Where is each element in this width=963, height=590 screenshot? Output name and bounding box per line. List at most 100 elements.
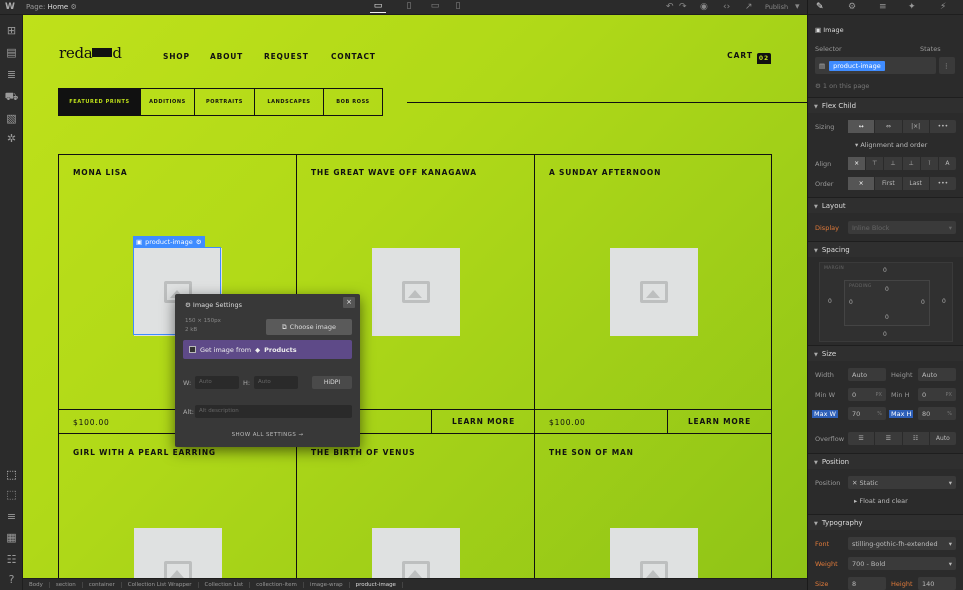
width-field[interactable]: Auto [848, 368, 886, 381]
min-height-unit[interactable]: PX [946, 392, 952, 398]
selector-chip[interactable]: product-image [829, 60, 885, 71]
lightning-icon[interactable]: ⚡ [940, 2, 946, 12]
breadcrumb-item[interactable]: section [50, 581, 83, 588]
tab-landscapes[interactable]: LANDSCAPES [255, 89, 324, 115]
audit-icon[interactable]: ☷ [4, 552, 19, 567]
font-size-field[interactable]: 8 [848, 577, 886, 590]
breadcrumb-item[interactable]: Body [23, 581, 50, 588]
product-image[interactable] [610, 248, 698, 336]
overflow-hidden-icon[interactable]: ☰ [875, 432, 903, 445]
product-image[interactable] [134, 528, 222, 578]
position-select[interactable]: ✕ Static ▾ [848, 476, 956, 489]
selector-field[interactable]: ▤ product-image [815, 57, 936, 74]
settings-icon[interactable]: ✲ [4, 131, 19, 146]
publish-icon[interactable]: ↗ [745, 2, 753, 12]
breadcrumb-item[interactable]: image-wrap [304, 581, 350, 588]
padding-box[interactable]: PADDING 0 0 0 0 [844, 280, 930, 326]
margin-bottom-value[interactable]: 0 [883, 331, 887, 338]
nav-link-about[interactable]: ABOUT [210, 52, 243, 61]
no-shrink-icon[interactable]: |×| [903, 120, 930, 133]
gear-icon[interactable]: ⚙ [196, 238, 202, 246]
font-select[interactable]: stilling-gothic-fh-extended ▾ [848, 537, 956, 550]
desktop-viewport-icon[interactable]: ▭ [370, 1, 386, 13]
cart-link[interactable]: CART 02 [727, 51, 771, 64]
learn-more-button[interactable]: LEARN MORE [431, 410, 535, 433]
product-card[interactable]: THE BIRTH OF VENUS [297, 435, 535, 578]
align-end-icon[interactable]: ⊥ [903, 157, 921, 170]
align-stretch-icon[interactable]: ⊺ [921, 157, 939, 170]
overflow-visible-icon[interactable]: ☰ [848, 432, 876, 445]
close-icon[interactable]: × [343, 297, 355, 308]
spacing-section[interactable]: ▼ Spacing [808, 241, 963, 257]
breadcrumb-item[interactable]: Collection List Wrapper [122, 581, 199, 588]
mobile-landscape-icon[interactable]: ▭ [427, 1, 443, 13]
hidpi-toggle[interactable]: HiDPI [312, 376, 352, 389]
breadcrumb-item[interactable]: Collection List [199, 581, 251, 588]
breadcrumb-item[interactable]: container [83, 581, 122, 588]
height-field[interactable]: Auto [918, 368, 956, 381]
min-height-field[interactable]: 0 PX [918, 388, 956, 401]
chevron-down-icon[interactable]: ▾ [795, 2, 800, 12]
max-height-field[interactable]: 80% [918, 407, 956, 420]
style-manager-icon[interactable]: ≡ [4, 509, 19, 524]
order-none-icon[interactable]: × [848, 177, 876, 190]
cms-icon[interactable]: ≣ [4, 67, 19, 82]
interactions-icon[interactable]: ✦ [908, 2, 916, 12]
nav-link-request[interactable]: REQUEST [264, 52, 309, 61]
selector-menu-icon[interactable]: ⋮ [939, 57, 955, 74]
shrink-icon[interactable]: ↔ [848, 120, 876, 133]
padding-left-value[interactable]: 0 [849, 299, 853, 306]
tab-bob-ross[interactable]: BOB ROSS [324, 89, 382, 115]
selected-element-tag[interactable]: ▣ product-image ⚙ [133, 236, 205, 247]
breadcrumb-item[interactable]: collection-item [250, 581, 304, 588]
get-image-from-toggle[interactable]: Get image from ◆ Products [183, 340, 352, 359]
product-card[interactable]: A SUNDAY AFTERNOON $100.00 LEARN MORE [535, 155, 771, 435]
webflow-logo[interactable]: W [5, 2, 15, 12]
pages-icon[interactable]: ▤ [4, 45, 19, 60]
alignment-order-toggle[interactable]: ▾ Alignment and order [855, 141, 927, 149]
size-section[interactable]: ▼ Size [808, 345, 963, 361]
choose-image-button[interactable]: ⧉ Choose image [266, 319, 352, 335]
order-first-button[interactable]: First [875, 177, 903, 190]
tab-additions[interactable]: ADDITIONS [141, 89, 195, 115]
publish-button[interactable]: Publish [765, 3, 788, 11]
states-label[interactable]: States [920, 45, 941, 53]
element-settings-icon[interactable]: ⚙ [848, 2, 856, 12]
breadcrumb-item-current[interactable]: product-image [350, 581, 403, 588]
tablet-viewport-icon[interactable]: ▯ [401, 1, 417, 13]
align-control[interactable]: × ⊤ ⊥ ⊥ ⊺ A [848, 157, 956, 170]
product-card[interactable]: GIRL WITH A PEARL EARRING [59, 435, 297, 578]
margin-top-value[interactable]: 0 [883, 267, 887, 274]
product-image[interactable] [610, 528, 698, 578]
line-height-field[interactable]: 140 [918, 577, 956, 590]
show-all-settings-link[interactable]: SHOW ALL SETTINGS → [175, 432, 360, 438]
help-icon[interactable]: ? [4, 572, 19, 587]
padding-top-value[interactable]: 0 [885, 286, 889, 293]
overflow-scroll-icon[interactable]: ☷ [903, 432, 930, 445]
gear-icon[interactable]: ⚙ [70, 3, 76, 11]
padding-bottom-value[interactable]: 0 [885, 314, 889, 321]
navigator-icon[interactable]: ⬚ [4, 487, 19, 502]
layout-section[interactable]: ▼ Layout [808, 197, 963, 213]
assets-icon[interactable]: ▧ [4, 111, 19, 126]
tab-featured-prints[interactable]: FEATURED PRINTS [59, 89, 141, 115]
redo-icon[interactable]: ↷ [679, 2, 687, 12]
product-image[interactable] [372, 528, 460, 578]
more-icon[interactable]: ••• [930, 177, 956, 190]
min-width-field[interactable]: 0 PX [848, 388, 886, 401]
more-icon[interactable]: ••• [930, 120, 956, 133]
nav-link-contact[interactable]: CONTACT [331, 52, 376, 61]
order-last-button[interactable]: Last [903, 177, 930, 190]
max-height-unit[interactable]: % [947, 411, 952, 417]
max-width-unit[interactable]: % [877, 411, 882, 417]
display-select[interactable]: Inline Block ▾ [848, 221, 956, 234]
select-tool-icon[interactable]: ⬚ [4, 467, 19, 482]
height-field[interactable]: Auto [254, 376, 298, 389]
undo-icon[interactable]: ↶ [666, 2, 674, 12]
mobile-portrait-icon[interactable]: ▯ [450, 1, 466, 13]
align-start-icon[interactable]: ⊤ [866, 157, 885, 170]
style-brush-icon[interactable]: ✎ [816, 2, 824, 12]
align-center-icon[interactable]: ⊥ [884, 157, 903, 170]
product-card[interactable]: THE SON OF MAN [535, 435, 771, 578]
margin-right-value[interactable]: 0 [942, 298, 946, 305]
